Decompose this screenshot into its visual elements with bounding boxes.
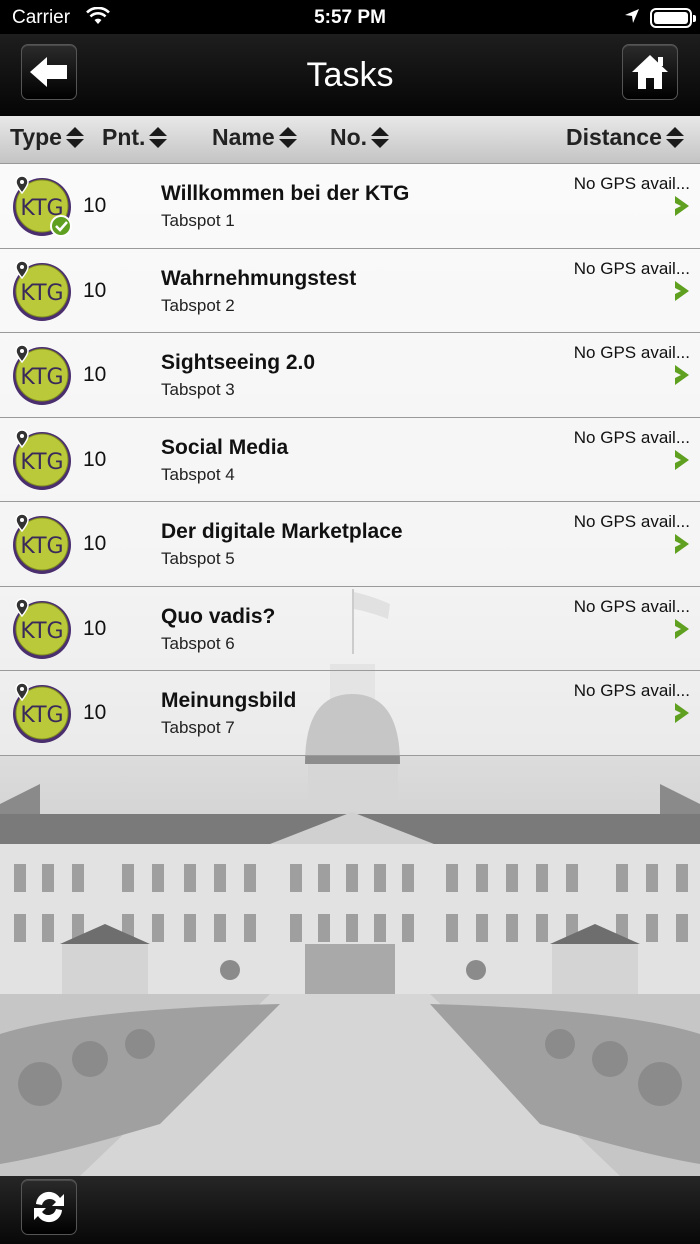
task-spot: Tabspot 5: [161, 549, 235, 568]
sort-arrows-icon: [65, 125, 84, 151]
page-title: Tasks: [306, 56, 394, 94]
task-row[interactable]: KTG 10 Willkommen bei der KTG Tabspot 1 …: [0, 164, 700, 249]
task-row[interactable]: KTG 10 Sightseeing 2.0 Tabspot 3 No GPS …: [0, 333, 700, 418]
task-points: 10: [83, 701, 107, 724]
sort-type-button[interactable]: Type: [10, 124, 84, 151]
completed-check-icon: [50, 215, 72, 237]
task-spot: Tabspot 3: [161, 380, 235, 399]
navigation-bar: Tasks: [0, 34, 700, 116]
bottom-toolbar: [0, 1176, 700, 1244]
task-points: 10: [83, 278, 107, 302]
sort-arrows-icon: [665, 125, 684, 151]
task-name: Wahrnehmungstest: [161, 266, 357, 290]
chevron-right-icon: [675, 703, 689, 723]
svg-text:KTG: KTG: [20, 703, 63, 728]
task-distance: No GPS avail...: [573, 427, 690, 447]
chevron-right-icon: [675, 280, 689, 301]
task-spot: Tabspot 2: [161, 295, 235, 315]
ktg-badge-icon: KTG: [13, 428, 71, 490]
task-distance: No GPS avail...: [573, 258, 690, 278]
task-row[interactable]: KTG 10 Meinungsbild Tabspot 7 No GPS ava…: [0, 671, 700, 756]
chevron-right-icon: [675, 365, 689, 385]
task-points: 10: [83, 447, 107, 471]
task-distance: No GPS avail...: [573, 343, 690, 362]
column-name-label: Name: [212, 124, 275, 150]
ktg-badge-icon: KTG: [13, 597, 71, 659]
svg-text:KTG: KTG: [20, 281, 63, 306]
task-distance: No GPS avail...: [573, 174, 690, 193]
task-name: Meinungsbild: [161, 689, 297, 712]
column-type-label: Type: [10, 124, 62, 150]
ktg-badge-icon: KTG: [13, 513, 71, 574]
task-points: 10: [83, 532, 107, 555]
task-distance: No GPS avail...: [573, 681, 690, 700]
column-number-label: No.: [330, 124, 368, 150]
svg-text:KTG: KTG: [20, 534, 63, 559]
sort-name-button[interactable]: Name: [212, 124, 297, 151]
ktg-badge-icon: KTG: [13, 682, 71, 743]
task-name: Sightseeing 2.0: [161, 351, 316, 374]
task-row[interactable]: KTG 10 Social Media Tabspot 4 No GPS ava…: [0, 417, 700, 502]
chevron-right-icon: [675, 534, 689, 554]
task-name: Quo vadis?: [161, 604, 276, 628]
ktg-badge-icon: KTG: [13, 175, 72, 237]
sort-arrows-icon: [371, 125, 390, 151]
task-spot: Tabspot 1: [161, 211, 235, 230]
task-points: 10: [83, 363, 107, 386]
sort-number-button[interactable]: No.: [330, 124, 390, 151]
clock: 5:57 PM: [314, 7, 386, 28]
task-distance: No GPS avail...: [573, 596, 690, 616]
task-name: Willkommen bei der KTG: [161, 182, 410, 205]
task-points: 10: [83, 616, 107, 640]
task-row[interactable]: KTG 10 Der digitale Marketplace Tabspot …: [0, 502, 700, 587]
home-icon: [632, 55, 668, 89]
task-list: KTG 10 Willkommen bei der KTG Tabspot 1 …: [0, 164, 700, 756]
svg-text:KTG: KTG: [20, 365, 63, 390]
ktg-badge-icon: KTG: [13, 259, 71, 321]
sort-arrows-icon: [149, 125, 168, 151]
column-distance-label: Distance: [566, 124, 662, 150]
chevron-right-icon: [675, 196, 689, 216]
svg-text:KTG: KTG: [20, 450, 63, 475]
task-row[interactable]: KTG 10 Quo vadis? Tabspot 6 No GPS avail…: [0, 586, 700, 671]
task-distance: No GPS avail...: [573, 512, 690, 531]
refresh-icon: [34, 1191, 64, 1223]
column-points-label: Pnt.: [102, 124, 146, 150]
home-button[interactable]: [622, 44, 678, 100]
status-bar: Carrier 5:57 PM: [0, 0, 700, 34]
svg-text:KTG: KTG: [20, 619, 63, 644]
task-name: Social Media: [161, 435, 289, 459]
column-header: Type Pnt. Name No. Distance: [0, 116, 700, 164]
chevron-right-icon: [675, 618, 689, 639]
task-name: Der digitale Marketplace: [161, 520, 403, 543]
task-points: 10: [83, 194, 107, 217]
task-row[interactable]: KTG 10 Wahrnehmungstest Tabspot 2 No GPS…: [0, 248, 700, 333]
location-arrow-icon: [624, 8, 640, 30]
ktg-badge-icon: KTG: [13, 344, 71, 405]
sort-distance-button[interactable]: Distance: [566, 124, 684, 151]
sort-points-button[interactable]: Pnt.: [102, 124, 168, 151]
battery-icon: [650, 8, 696, 28]
sort-arrows-icon: [278, 125, 297, 151]
task-spot: Tabspot 6: [161, 633, 235, 653]
chevron-right-icon: [675, 449, 689, 470]
task-spot: Tabspot 7: [161, 718, 235, 737]
refresh-button[interactable]: [21, 1179, 77, 1235]
task-spot: Tabspot 4: [161, 464, 235, 484]
